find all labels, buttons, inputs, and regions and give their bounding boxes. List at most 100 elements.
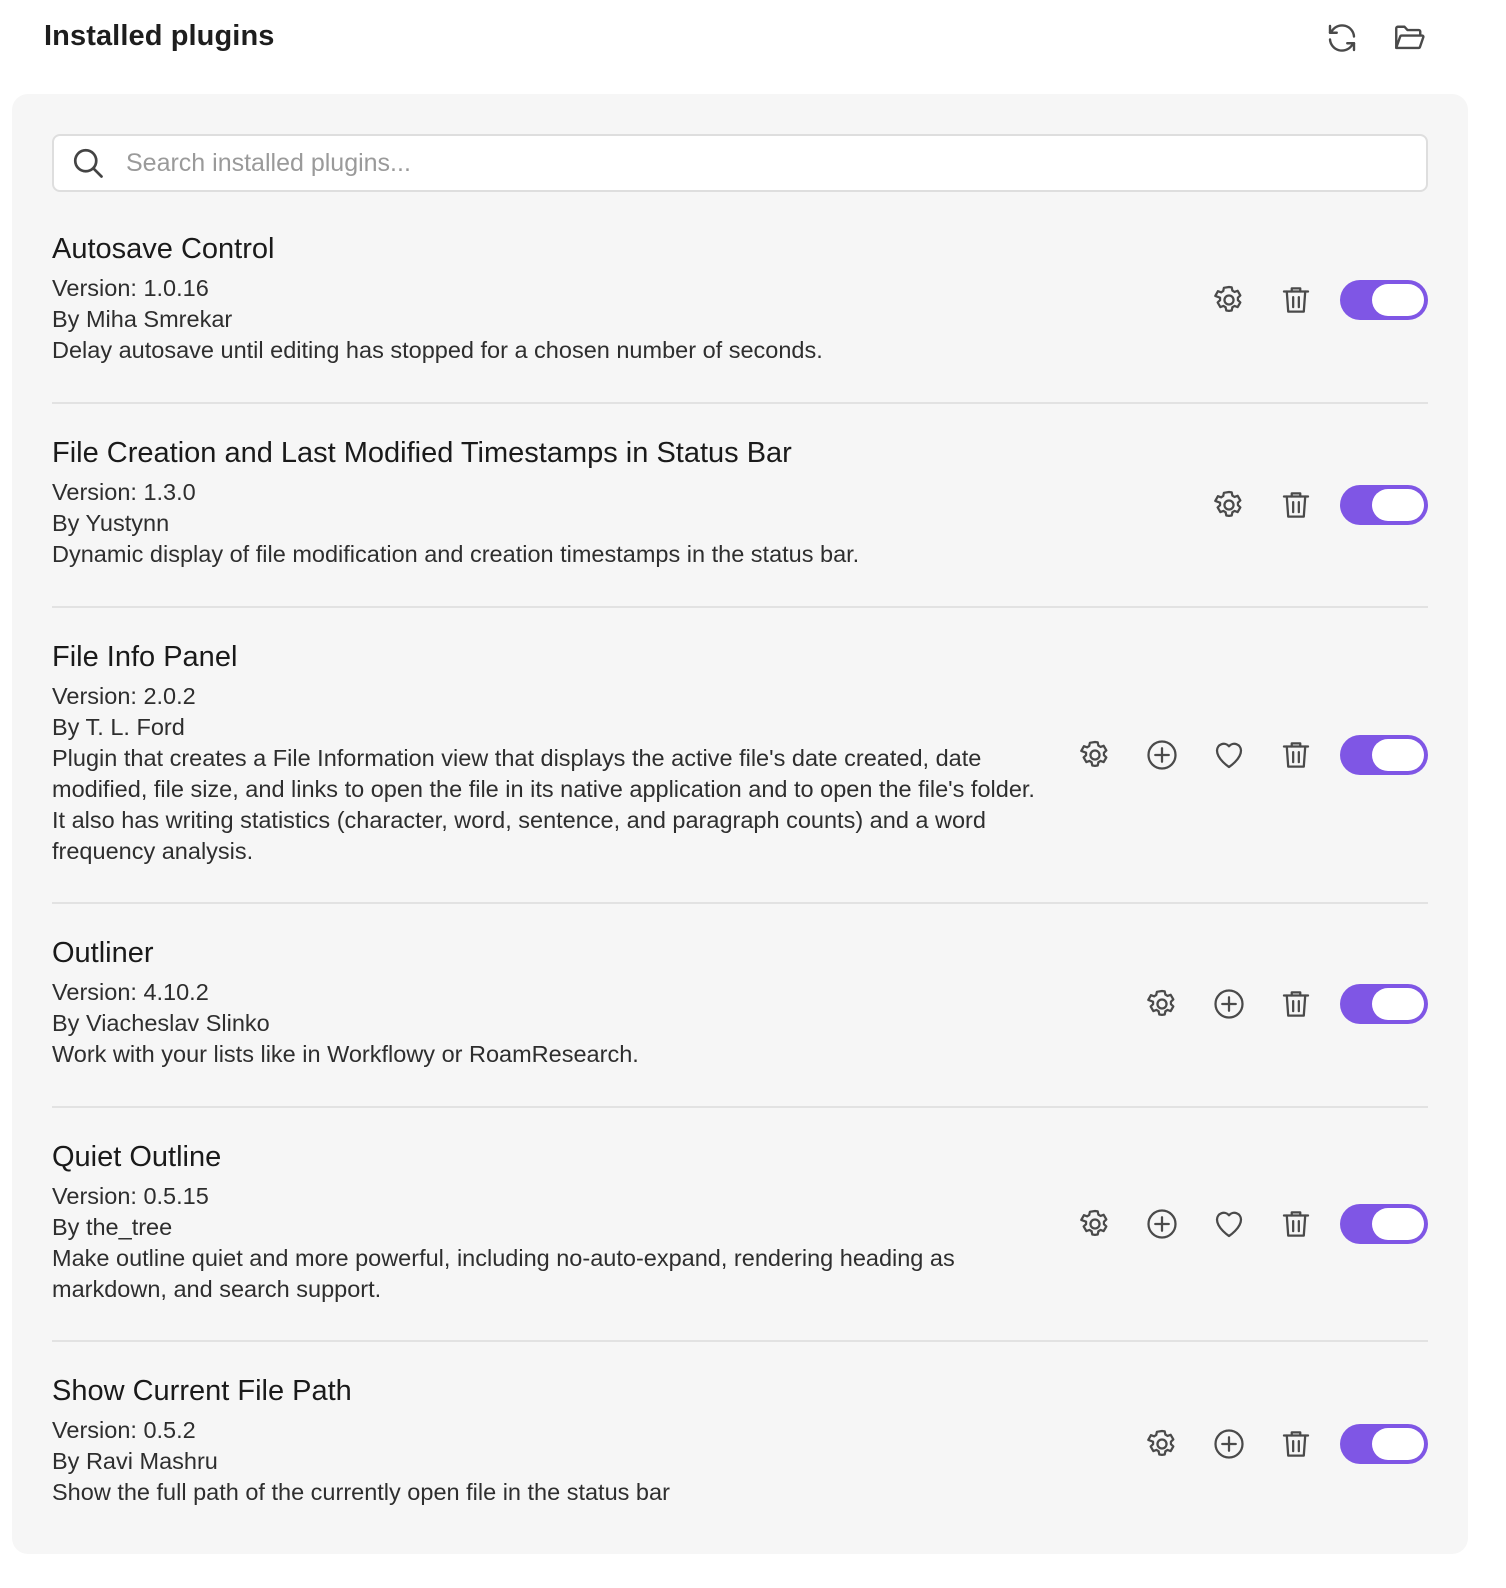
toggle-knob (1372, 1208, 1424, 1240)
uninstall-button[interactable] (1273, 277, 1319, 323)
plugin-description: Delay autosave until editing has stopped… (52, 335, 1252, 366)
folder-open-icon (1391, 20, 1427, 56)
plugin-info: Outliner Version: 4.10.2By Viacheslav Sli… (52, 935, 1252, 1070)
uninstall-button[interactable] (1273, 732, 1319, 778)
toggle-knob (1372, 988, 1424, 1020)
plugin-info: File Creation and Last Modified Timestam… (52, 435, 1252, 570)
donate-button[interactable] (1206, 732, 1252, 778)
plugin-divider (52, 402, 1428, 404)
plugin-version: Version: 2.0.2 (52, 681, 1042, 712)
plugin-description: Plugin that creates a File Information v… (52, 743, 1042, 867)
gear-icon (1078, 738, 1112, 772)
plugin-actions (1139, 1421, 1428, 1467)
toggle-knob (1372, 489, 1424, 521)
plus-circle-icon (1211, 986, 1247, 1022)
search-box[interactable] (52, 134, 1428, 192)
plugin-actions (1206, 277, 1428, 323)
hotkeys-button[interactable] (1139, 1201, 1185, 1247)
uninstall-button[interactable] (1273, 1421, 1319, 1467)
heart-icon (1211, 737, 1247, 773)
gear-icon (1212, 488, 1246, 522)
settings-button[interactable] (1206, 482, 1252, 528)
gear-icon (1078, 1207, 1112, 1241)
plugin-info: File Info Panel Version: 2.0.2By T. L. Fo… (52, 639, 1042, 867)
plugin-author: By the_tree (52, 1212, 1042, 1243)
plugin-author: By Miha Smrekar (52, 304, 1252, 335)
hotkeys-button[interactable] (1139, 732, 1185, 778)
gear-icon (1212, 283, 1246, 317)
plugin-version: Version: 0.5.15 (52, 1181, 1042, 1212)
hotkeys-button[interactable] (1206, 1421, 1252, 1467)
toggle-knob (1372, 1428, 1424, 1460)
plugin-enable-toggle[interactable] (1340, 1204, 1428, 1244)
page-title: Installed plugins (44, 20, 275, 53)
reload-plugins-button[interactable] (1323, 19, 1361, 57)
header-actions (1323, 19, 1428, 57)
plugin-name: File Info Panel (52, 639, 1042, 675)
plugin-actions (1206, 482, 1428, 528)
plus-circle-icon (1211, 1426, 1247, 1462)
plugin-enable-toggle[interactable] (1340, 485, 1428, 525)
heart-icon (1211, 1206, 1247, 1242)
plugin-info: Autosave Control Version: 1.0.16By Miha S… (52, 231, 1252, 366)
plugin-description: Show the full path of the currently open… (52, 1477, 1252, 1508)
plugin-name: File Creation and Last Modified Timestam… (52, 435, 1252, 471)
plugin-name: Autosave Control (52, 231, 1252, 267)
settings-button[interactable] (1072, 1201, 1118, 1247)
plugin-version: Version: 1.3.0 (52, 477, 1252, 508)
plugin-version: Version: 0.5.2 (52, 1415, 1252, 1446)
trash-icon (1279, 738, 1313, 772)
gear-icon (1145, 1427, 1179, 1461)
plus-circle-icon (1144, 1206, 1180, 1242)
open-plugins-folder-button[interactable] (1390, 19, 1428, 57)
plugin-actions (1072, 732, 1428, 778)
plugin-author: By Yustynn (52, 508, 1252, 539)
plugin-description: Make outline quiet and more powerful, in… (52, 1243, 1042, 1305)
plugin-divider (52, 902, 1428, 904)
uninstall-button[interactable] (1273, 1201, 1319, 1247)
gear-icon (1145, 987, 1179, 1021)
plugin-info: Quiet Outline Version: 0.5.15By the_treeM… (52, 1139, 1042, 1305)
plugin-version: Version: 4.10.2 (52, 977, 1252, 1008)
settings-button[interactable] (1139, 981, 1185, 1027)
refresh-icon (1324, 20, 1360, 56)
toggle-knob (1372, 739, 1424, 771)
page-header: Installed plugins (0, 0, 1506, 80)
settings-button[interactable] (1206, 277, 1252, 323)
plugin-divider (52, 1340, 1428, 1342)
plugin-divider (52, 606, 1428, 608)
trash-icon (1279, 987, 1313, 1021)
plugin-enable-toggle[interactable] (1340, 1424, 1428, 1464)
plugin-name: Quiet Outline (52, 1139, 1042, 1175)
plugin-version: Version: 1.0.16 (52, 273, 1252, 304)
plus-circle-icon (1144, 737, 1180, 773)
plugin-description: Work with your lists like in Workflowy o… (52, 1039, 1252, 1070)
plugin-info: Show Current File Path Version: 0.5.2By R… (52, 1373, 1252, 1508)
uninstall-button[interactable] (1273, 981, 1319, 1027)
uninstall-button[interactable] (1273, 482, 1319, 528)
plugin-name: Show Current File Path (52, 1373, 1252, 1409)
plugins-panel: Autosave Control Version: 1.0.16By Miha S… (12, 94, 1468, 1554)
plugin-enable-toggle[interactable] (1340, 984, 1428, 1024)
plugin-author: By T. L. Ford (52, 712, 1042, 743)
plugin-enable-toggle[interactable] (1340, 735, 1428, 775)
plugin-enable-toggle[interactable] (1340, 280, 1428, 320)
plugin-author: By Ravi Mashru (52, 1446, 1252, 1477)
settings-button[interactable] (1072, 732, 1118, 778)
plugin-actions (1139, 981, 1428, 1027)
search-input[interactable] (126, 149, 1326, 178)
trash-icon (1279, 1207, 1313, 1241)
plugin-name: Outliner (52, 935, 1252, 971)
toggle-knob (1372, 284, 1424, 316)
trash-icon (1279, 283, 1313, 317)
settings-button[interactable] (1139, 1421, 1185, 1467)
hotkeys-button[interactable] (1206, 981, 1252, 1027)
plugin-author: By Viacheslav Slinko (52, 1008, 1252, 1039)
trash-icon (1279, 488, 1313, 522)
plugin-actions (1072, 1201, 1428, 1247)
plugin-description: Dynamic display of file modification and… (52, 539, 1252, 570)
plugin-divider (52, 1106, 1428, 1108)
donate-button[interactable] (1206, 1201, 1252, 1247)
search-icon (68, 143, 108, 183)
trash-icon (1279, 1427, 1313, 1461)
